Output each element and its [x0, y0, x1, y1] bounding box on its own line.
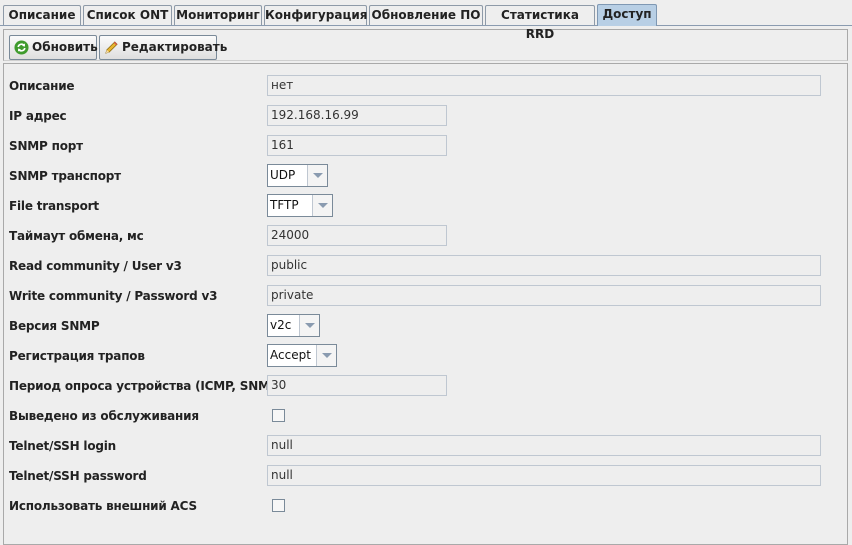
tab-rrd-statistics[interactable]: Статистика RRD [485, 5, 595, 41]
tab-configuration[interactable]: Конфигурация [264, 5, 367, 25]
access-settings-form: Описание нет IP адрес 192.168.16.99 SNMP… [3, 63, 848, 545]
snmp-port-field[interactable]: 161 [267, 135, 447, 156]
snmp-version-value: v2c [270, 318, 292, 332]
edit-button[interactable]: Редактировать [99, 35, 227, 60]
snmp-version-label: Версия SNMP [9, 319, 100, 333]
snmp-version-select[interactable]: v2c [267, 314, 320, 337]
external-acs-label: Использовать внешний ACS [9, 499, 197, 513]
timeout-label: Таймаут обмена, мс [9, 229, 144, 243]
trap-registration-value: Accept [270, 348, 311, 362]
out-of-service-checkbox[interactable] [272, 409, 285, 422]
ip-address-field[interactable]: 192.168.16.99 [267, 105, 447, 126]
chevron-down-icon[interactable] [307, 165, 327, 186]
chevron-down-icon[interactable] [316, 345, 336, 366]
write-community-label: Write community / Password v3 [9, 289, 218, 303]
telnet-password-field[interactable]: null [267, 465, 821, 486]
tab-firmware-update[interactable]: Обновление ПО [369, 5, 483, 25]
ip-address-label: IP адрес [9, 109, 67, 123]
timeout-field[interactable]: 24000 [267, 225, 447, 246]
telnet-login-field[interactable]: null [267, 435, 821, 456]
read-community-label: Read community / User v3 [9, 259, 182, 273]
write-community-field[interactable]: private [267, 285, 821, 306]
snmp-port-label: SNMP порт [9, 139, 83, 153]
description-field[interactable]: нет [267, 75, 821, 96]
toolbar: Обновить Редактировать [3, 29, 848, 61]
tab-ont-list[interactable]: Список ONT [83, 5, 172, 25]
external-acs-checkbox[interactable] [272, 499, 285, 512]
file-transport-label: File transport [9, 199, 99, 213]
snmp-transport-label: SNMP транспорт [9, 169, 121, 183]
refresh-button[interactable]: Обновить [9, 35, 98, 60]
tab-bar: Описание Список ONT Мониторинг Конфигура… [0, 0, 852, 41]
poll-period-field[interactable]: 30 [267, 375, 447, 396]
poll-period-label: Период опроса устройства (ICMP, SNMP), с [9, 379, 299, 393]
edit-button-label: Редактировать [122, 40, 228, 54]
snmp-transport-value: UDP [270, 168, 296, 182]
refresh-icon [14, 40, 29, 55]
snmp-transport-select[interactable]: UDP [267, 164, 328, 187]
read-community-field[interactable]: public [267, 255, 821, 276]
out-of-service-label: Выведено из обслуживания [9, 409, 199, 423]
chevron-down-icon[interactable] [312, 195, 332, 216]
chevron-down-icon[interactable] [299, 315, 319, 336]
telnet-password-label: Telnet/SSH password [9, 469, 147, 483]
tab-access[interactable]: Доступ [597, 4, 657, 26]
tab-monitoring[interactable]: Мониторинг [174, 5, 262, 25]
refresh-button-label: Обновить [32, 40, 98, 54]
description-label: Описание [9, 79, 75, 93]
file-transport-select[interactable]: TFTP [267, 194, 333, 217]
pencil-icon [105, 41, 118, 54]
tab-description[interactable]: Описание [3, 5, 81, 25]
trap-registration-select[interactable]: Accept [267, 344, 337, 367]
file-transport-value: TFTP [270, 198, 299, 212]
trap-registration-label: Регистрация трапов [9, 349, 145, 363]
telnet-login-label: Telnet/SSH login [9, 439, 117, 453]
